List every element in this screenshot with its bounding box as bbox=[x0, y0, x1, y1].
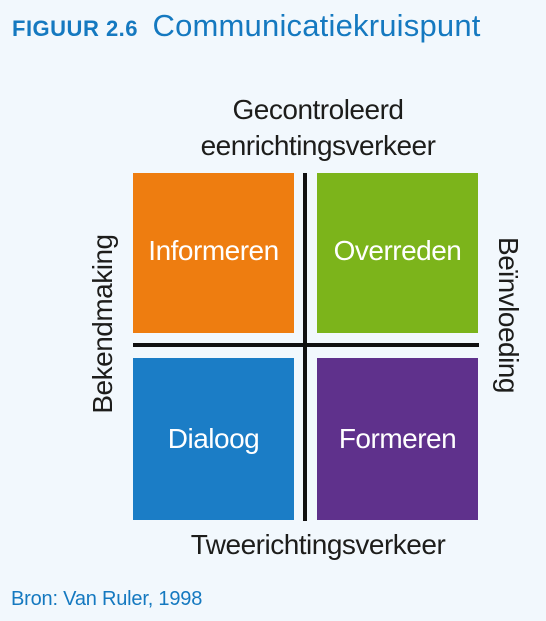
axis-label-left: Bekendmaking bbox=[87, 234, 118, 414]
communication-crossroads-diagram: Gecontroleerd eenrichtingsverkeer Bekend… bbox=[0, 0, 546, 621]
quadrant-dialoog: Dialoog bbox=[133, 358, 294, 520]
horizontal-axis-line bbox=[133, 343, 479, 347]
quadrant-label: Formeren bbox=[338, 423, 457, 454]
axis-label-top-line2: eenrichtingsverkeer bbox=[200, 130, 436, 161]
quadrant-informeren: Informeren bbox=[133, 173, 294, 333]
source-citation: Bron: Van Ruler, 1998 bbox=[11, 588, 203, 610]
axis-label-right: Beïnvloeding bbox=[493, 237, 524, 393]
axis-label-bottom: Tweerichtingsverkeer bbox=[190, 529, 446, 560]
axis-label-top: Gecontroleerd eenrichtingsverkeer bbox=[148, 92, 488, 164]
axis-label-top-line1: Gecontroleerd bbox=[232, 94, 404, 125]
quadrant-overreden: Overreden bbox=[317, 173, 478, 333]
quadrant-formeren: Formeren bbox=[317, 358, 478, 520]
quadrant-label: Informeren bbox=[148, 235, 279, 266]
quadrant-label: Overreden bbox=[333, 235, 462, 266]
vertical-axis-line bbox=[303, 173, 307, 521]
quadrant-label: Dialoog bbox=[167, 423, 260, 454]
